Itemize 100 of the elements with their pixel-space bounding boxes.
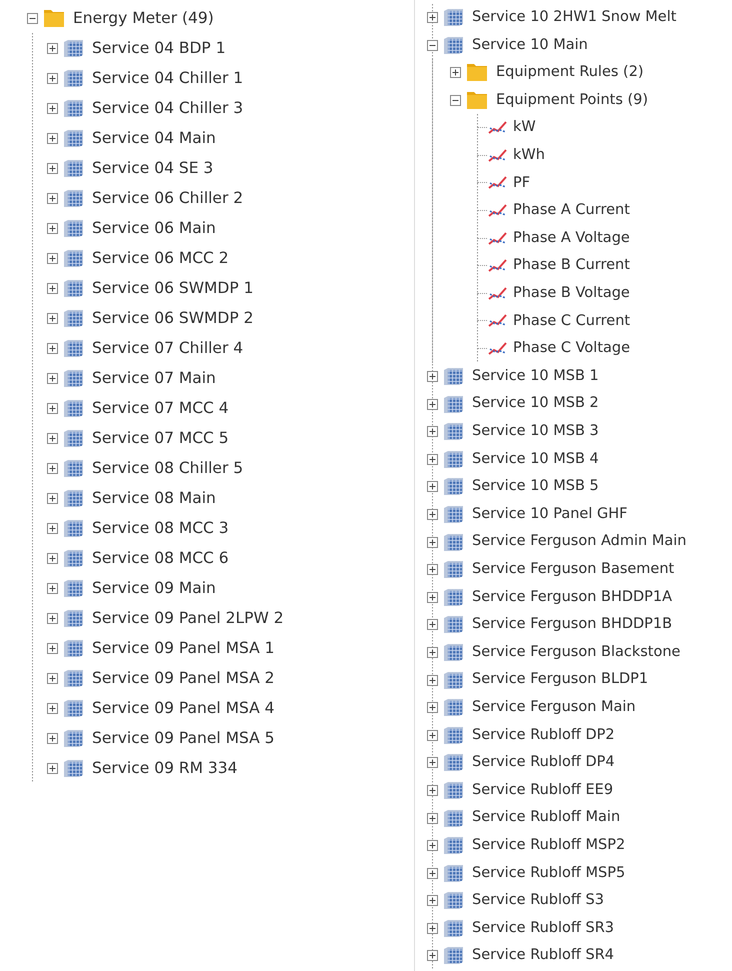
expand-toggle[interactable] xyxy=(47,42,58,54)
tree-item-label[interactable]: Service 10 MSB 1 xyxy=(472,368,599,386)
tree-item-label[interactable]: Service 10 Panel GHF xyxy=(472,506,628,524)
tree-item-label[interactable]: Service 04 BDP 1 xyxy=(92,38,226,58)
tree-item-label[interactable]: Phase C Voltage xyxy=(513,340,630,358)
tree-item-label[interactable]: Service Ferguson BHDDP1A xyxy=(472,588,672,606)
tree-item-label[interactable]: Service 09 Panel 2LPW 2 xyxy=(92,608,284,628)
tree-item-label[interactable]: Service 10 MSB 2 xyxy=(472,395,599,413)
tree-item-label[interactable]: Service 07 Main xyxy=(92,368,216,388)
expand-toggle[interactable] xyxy=(47,462,58,474)
expand-toggle[interactable] xyxy=(427,757,438,768)
tree-item-label[interactable]: Phase A Current xyxy=(513,202,630,220)
tree-item-label[interactable]: Service Rubloff EE9 xyxy=(472,782,614,800)
tree-item-label[interactable]: Service Ferguson BLDP1 xyxy=(472,671,648,689)
tree-item-label[interactable]: Equipment Rules (2) xyxy=(496,64,644,82)
expand-toggle[interactable] xyxy=(427,950,438,962)
expand-toggle[interactable] xyxy=(47,282,58,294)
tree-item-label[interactable]: Service 06 Chiller 2 xyxy=(92,188,244,208)
expand-toggle[interactable] xyxy=(427,481,438,492)
tree-item-label[interactable]: Service Ferguson Main xyxy=(472,698,636,716)
expand-toggle[interactable] xyxy=(427,536,438,548)
expand-toggle[interactable] xyxy=(427,840,438,852)
expand-toggle[interactable] xyxy=(427,674,438,686)
expand-toggle[interactable] xyxy=(427,784,438,796)
expand-toggle[interactable] xyxy=(47,762,58,774)
tree-item-label[interactable]: Service Rubloff MSP5 xyxy=(472,864,626,882)
expand-toggle[interactable] xyxy=(47,102,58,114)
tree-item-label[interactable]: Service Ferguson Basement xyxy=(472,560,674,578)
tree-item-label[interactable]: Service 06 Main xyxy=(92,218,216,238)
tree-item-label[interactable]: Service Rubloff MSP2 xyxy=(472,836,626,854)
tree-item-label[interactable]: Energy Meter (49) xyxy=(73,8,214,28)
expand-toggle[interactable] xyxy=(47,252,58,264)
expand-toggle[interactable] xyxy=(47,582,58,594)
expand-toggle[interactable] xyxy=(47,642,58,654)
expand-toggle[interactable] xyxy=(47,702,58,714)
tree-item-label[interactable]: Service 09 Panel MSA 1 xyxy=(92,638,274,658)
expand-toggle[interactable] xyxy=(47,162,58,174)
tree-item-label[interactable]: Service 08 MCC 6 xyxy=(92,548,229,568)
expand-toggle[interactable] xyxy=(427,454,438,465)
tree-item-label[interactable]: kW xyxy=(513,119,536,137)
tree-item-label[interactable]: Service 09 Panel MSA 2 xyxy=(92,668,274,688)
tree-item-label[interactable]: Service 09 Main xyxy=(92,578,216,598)
tree-item-label[interactable]: Service 10 2HW1 Snow Melt xyxy=(472,9,676,26)
tree-item-label[interactable]: Service 06 SWMDP 2 xyxy=(92,308,254,328)
expand-toggle[interactable] xyxy=(47,432,58,444)
expand-toggle[interactable] xyxy=(47,312,58,324)
expand-toggle[interactable] xyxy=(427,398,438,410)
expand-toggle[interactable] xyxy=(47,402,58,414)
expand-toggle[interactable] xyxy=(427,508,438,520)
expand-toggle[interactable] xyxy=(47,372,58,384)
tree-item-label[interactable]: kWh xyxy=(513,147,545,164)
expand-toggle[interactable] xyxy=(427,812,438,824)
expand-toggle[interactable] xyxy=(450,67,461,78)
expand-toggle[interactable] xyxy=(47,672,58,684)
tree-item-label[interactable]: Service 07 MCC 4 xyxy=(92,398,229,418)
tree-item-label[interactable]: Service 07 MCC 5 xyxy=(92,428,229,448)
expand-toggle[interactable] xyxy=(427,564,438,576)
tree-item-label[interactable]: Equipment Points (9) xyxy=(496,92,648,110)
tree-item-label[interactable]: Service 04 Chiller 1 xyxy=(92,68,244,88)
tree-item-label[interactable]: Service 06 SWMDP 1 xyxy=(92,278,254,298)
expand-toggle[interactable] xyxy=(47,342,58,354)
collapse-toggle[interactable] xyxy=(27,12,38,24)
expand-toggle[interactable] xyxy=(427,646,438,658)
tree-item-label[interactable]: Service Rubloff SR4 xyxy=(472,947,614,965)
tree-item-label[interactable]: Service 09 RM 334 xyxy=(92,758,238,778)
tree-item-label[interactable]: Service Rubloff DP4 xyxy=(472,754,615,772)
expand-toggle[interactable] xyxy=(427,12,438,24)
expand-toggle[interactable] xyxy=(427,702,438,714)
tree-item-label[interactable]: Service 10 MSB 5 xyxy=(472,478,599,496)
tree-item-label[interactable]: Service Ferguson Blackstone xyxy=(472,644,680,662)
expand-toggle[interactable] xyxy=(427,619,438,630)
tree-item-label[interactable]: Service Rubloff S3 xyxy=(472,892,604,910)
expand-toggle[interactable] xyxy=(47,612,58,624)
tree-item-label[interactable]: Phase A Voltage xyxy=(513,230,630,248)
expand-toggle[interactable] xyxy=(427,922,438,934)
expand-toggle[interactable] xyxy=(47,132,58,144)
expand-toggle[interactable] xyxy=(427,730,438,741)
expand-toggle[interactable] xyxy=(47,72,58,84)
tree-item-label[interactable]: Service Ferguson BHDDP1B xyxy=(472,616,672,634)
expand-toggle[interactable] xyxy=(47,732,58,744)
expand-toggle[interactable] xyxy=(47,222,58,234)
expand-toggle[interactable] xyxy=(47,492,58,504)
tree-item-label[interactable]: Service 08 MCC 3 xyxy=(92,518,229,538)
tree-item-label[interactable]: Service 10 Main xyxy=(472,36,588,54)
expand-toggle[interactable] xyxy=(427,426,438,438)
tree-item-label[interactable]: Service 08 Main xyxy=(92,488,216,508)
expand-toggle[interactable] xyxy=(47,192,58,204)
expand-toggle[interactable] xyxy=(427,592,438,603)
tree-item-label[interactable]: Service 04 Main xyxy=(92,128,216,148)
tree-item-label[interactable]: Service 10 MSB 3 xyxy=(472,423,599,440)
expand-toggle[interactable] xyxy=(427,895,438,906)
expand-toggle[interactable] xyxy=(47,522,58,534)
tree-item-label[interactable]: Phase B Current xyxy=(513,257,630,275)
tree-item-label[interactable]: Phase B Voltage xyxy=(513,285,630,302)
expand-toggle[interactable] xyxy=(427,868,438,879)
tree-item-label[interactable]: Service 04 Chiller 3 xyxy=(92,98,244,118)
tree-item-label[interactable]: Service 04 SE 3 xyxy=(92,158,214,178)
tree-item-label[interactable]: Service Rubloff Main xyxy=(472,809,620,827)
tree-item-label[interactable]: Service 08 Chiller 5 xyxy=(92,458,244,478)
expand-toggle[interactable] xyxy=(427,371,438,382)
